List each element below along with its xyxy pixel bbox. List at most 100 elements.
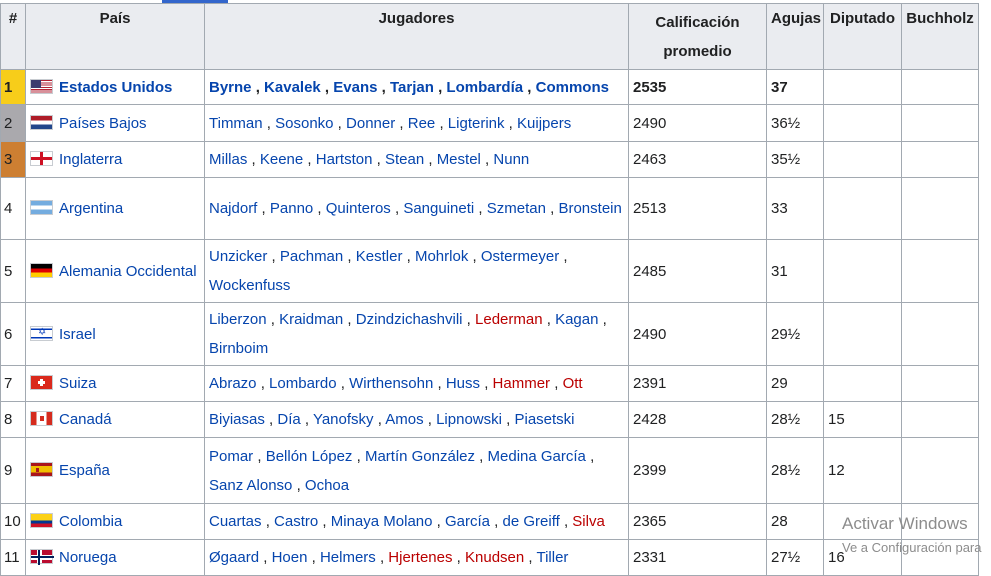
separator: , [598, 311, 607, 328]
player-link[interactable]: Huss [446, 375, 480, 392]
country-link[interactable]: Noruega [59, 549, 117, 566]
player-link[interactable]: Keene [260, 151, 303, 168]
player-link[interactable]: Ligterink [448, 115, 505, 132]
player-link[interactable]: Stean [385, 151, 424, 168]
player-link[interactable]: Bronstein [558, 200, 621, 217]
player-link[interactable]: Amos [385, 411, 423, 428]
country-link[interactable]: Suiza [59, 375, 97, 392]
header-buchholz[interactable]: Buchholz [901, 3, 979, 70]
player-link[interactable]: Tarjan [390, 79, 434, 96]
player-link[interactable]: Martín González [365, 448, 475, 465]
player-link[interactable]: Piasetski [514, 411, 574, 428]
player-link[interactable]: Medina García [488, 448, 586, 465]
player-link[interactable]: Sosonko [275, 115, 333, 132]
header-deputy[interactable]: Diputado [823, 3, 902, 70]
country-link[interactable]: Israel [59, 326, 96, 343]
header-rating[interactable]: Calificación promedio [628, 3, 767, 70]
player-link[interactable]: Lombardía [446, 79, 523, 96]
player-link[interactable]: Millas [209, 151, 247, 168]
country-link[interactable]: Colombia [59, 513, 122, 530]
player-link[interactable]: Knudsen [465, 549, 524, 566]
player-link[interactable]: Quinteros [326, 200, 391, 217]
separator: , [373, 411, 386, 428]
player-link[interactable]: Hjertenes [388, 549, 452, 566]
player-link[interactable]: Panno [270, 200, 313, 217]
player-link[interactable]: Silva [572, 513, 605, 530]
player-link[interactable]: García [445, 513, 490, 530]
player-link[interactable]: Lederman [475, 311, 543, 328]
player-link[interactable]: Wockenfuss [209, 277, 290, 294]
player-link[interactable]: Kagan [555, 311, 598, 328]
player-link[interactable]: Dzindzichashvili [356, 311, 463, 328]
player-link[interactable]: Unzicker [209, 248, 267, 265]
points-cell: 31 [766, 239, 824, 303]
player-link[interactable]: Mohrlok [415, 248, 468, 265]
separator: , [480, 375, 493, 392]
player-link[interactable]: Sanz Alonso [209, 477, 292, 494]
country-link[interactable]: Alemania Occidental [59, 263, 197, 280]
player-link[interactable]: Birnboim [209, 340, 268, 357]
player-link[interactable]: Øgaard [209, 549, 259, 566]
player-link[interactable]: Kavalek [264, 79, 321, 96]
player-link[interactable]: Ostermeyer [481, 248, 559, 265]
header-points[interactable]: Agujas [766, 3, 824, 70]
player-link[interactable]: Pachman [280, 248, 343, 265]
player-link[interactable]: Bellón López [266, 448, 353, 465]
player-link[interactable]: Najdorf [209, 200, 257, 217]
player-link[interactable]: Timman [209, 115, 263, 132]
player-link[interactable]: Donner [346, 115, 395, 132]
ca-flag-icon [30, 411, 53, 426]
co-flag-icon [30, 513, 53, 528]
header-country[interactable]: País [25, 3, 205, 70]
country-link[interactable]: Países Bajos [59, 115, 147, 132]
player-link[interactable]: Byrne [209, 79, 252, 96]
player-link[interactable]: Lombardo [269, 375, 337, 392]
country-link[interactable]: España [59, 462, 110, 479]
player-link[interactable]: de Greiff [503, 513, 560, 530]
country-cell: Israel [25, 302, 205, 366]
player-link[interactable]: Hartston [316, 151, 373, 168]
player-link[interactable]: Commons [536, 79, 609, 96]
separator: , [524, 549, 537, 566]
country-link[interactable]: Canadá [59, 411, 112, 428]
player-link[interactable]: Abrazo [209, 375, 257, 392]
player-link[interactable]: Día [277, 411, 300, 428]
header-rank[interactable]: # [0, 3, 26, 70]
player-link[interactable]: Yanofsky [313, 411, 374, 428]
country-cell: Canadá [25, 401, 205, 438]
player-link[interactable]: Biyiasas [209, 411, 265, 428]
player-link[interactable]: Helmers [320, 549, 376, 566]
player-link[interactable]: Cuartas [209, 513, 262, 530]
player-link[interactable]: Wirthensohn [349, 375, 433, 392]
player-link[interactable]: Kuijpers [517, 115, 571, 132]
player-link[interactable]: Ree [408, 115, 436, 132]
separator: , [435, 114, 448, 132]
player-link[interactable]: Evans [333, 79, 377, 96]
player-link[interactable]: Hammer [493, 375, 551, 392]
rating-cell: 2331 [628, 539, 767, 576]
player-link[interactable]: Hoen [272, 549, 308, 566]
player-link[interactable]: Kraidman [279, 311, 343, 328]
separator: , [462, 311, 476, 328]
player-link[interactable]: Liberzon [209, 311, 267, 328]
player-link[interactable]: Sanguineti [403, 200, 474, 217]
player-link[interactable]: Castro [274, 513, 318, 530]
player-link[interactable]: Kestler [356, 248, 403, 265]
points-cell: 28½ [766, 437, 824, 504]
player-link[interactable]: Pomar [209, 448, 253, 465]
player-link[interactable]: Tiller [536, 549, 568, 566]
player-link[interactable]: Ott [563, 375, 583, 392]
country-link[interactable]: Estados Unidos [59, 79, 172, 96]
header-players[interactable]: Jugadores [204, 3, 629, 70]
country-link[interactable]: Inglaterra [59, 151, 122, 168]
separator: , [307, 549, 320, 566]
rank-cell: 3 [0, 141, 26, 178]
player-link[interactable]: Mestel [437, 151, 481, 168]
player-link[interactable]: Ochoa [305, 477, 349, 494]
separator: , [262, 114, 276, 132]
country-link[interactable]: Argentina [59, 200, 123, 217]
player-link[interactable]: Minaya Molano [331, 513, 433, 530]
player-link[interactable]: Szmetan [487, 200, 546, 217]
player-link[interactable]: Lipnowski [436, 411, 502, 428]
player-link[interactable]: Nunn [493, 151, 529, 168]
